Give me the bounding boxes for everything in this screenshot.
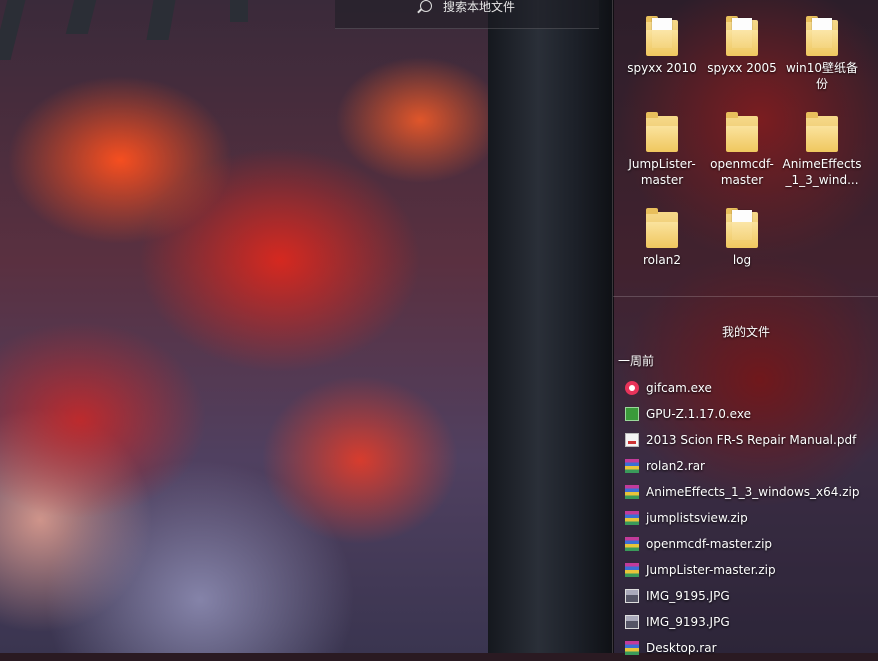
- folder-item[interactable]: AnimeEffects_1_3_wind...: [782, 112, 862, 188]
- file-name: IMG_9195.JPG: [646, 589, 730, 603]
- file-name: openmcdf-master.zip: [646, 537, 773, 551]
- file-item[interactable]: jumplistsview.zip: [625, 505, 878, 531]
- archive-icon: [625, 563, 639, 577]
- file-item[interactable]: Desktop.rar: [625, 635, 878, 661]
- roof-beam: [230, 0, 248, 22]
- folder-icon: [646, 16, 678, 56]
- folder-icon: [646, 208, 678, 248]
- folder-icon: [726, 16, 758, 56]
- gifcam-icon: [625, 381, 639, 395]
- folder-item[interactable]: JumpLister-master: [622, 112, 702, 188]
- folder-icon: [646, 112, 678, 152]
- folder-icon: [806, 112, 838, 152]
- archive-icon: [625, 485, 639, 499]
- file-item[interactable]: AnimeEffects_1_3_windows_x64.zip: [625, 479, 878, 505]
- folder-item[interactable]: win10壁纸备份: [782, 16, 862, 92]
- folder-label: win10壁纸备份: [785, 61, 859, 91]
- file-name: gifcam.exe: [646, 381, 712, 395]
- file-item[interactable]: gifcam.exe: [625, 375, 878, 401]
- folder-icon: [806, 16, 838, 56]
- file-item[interactable]: GPU-Z.1.17.0.exe: [625, 401, 878, 427]
- file-item[interactable]: rolan2.rar: [625, 453, 878, 479]
- gpuz-icon: [625, 407, 639, 421]
- roof-beam: [0, 0, 26, 60]
- folder-item[interactable]: rolan2: [622, 208, 702, 268]
- folder-label: openmcdf-master: [710, 157, 774, 187]
- folder-label: spyxx 2005: [707, 61, 777, 75]
- file-name: jumplistsview.zip: [646, 511, 748, 525]
- roof-beam: [65, 0, 97, 34]
- folder-item[interactable]: spyxx 2005: [702, 16, 782, 76]
- file-item[interactable]: JumpLister-master.zip: [625, 557, 878, 583]
- folder-item[interactable]: spyxx 2010: [622, 16, 702, 76]
- group-title: 一周前: [618, 354, 655, 368]
- tree-trunk: [488, 0, 614, 653]
- folder-icon: [726, 208, 758, 248]
- file-item[interactable]: openmcdf-master.zip: [625, 531, 878, 557]
- file-item[interactable]: IMG_9193.JPG: [625, 609, 878, 635]
- folder-icon: [726, 112, 758, 152]
- folder-label: AnimeEffects_1_3_wind...: [782, 157, 862, 187]
- file-name: JumpLister-master.zip: [646, 563, 776, 577]
- search-input[interactable]: 搜索本地文件: [443, 0, 515, 15]
- file-name: GPU-Z.1.17.0.exe: [646, 407, 751, 421]
- image-icon: [625, 589, 639, 603]
- roof-beam: [146, 0, 176, 40]
- file-item[interactable]: IMG_9195.JPG: [625, 583, 878, 609]
- folder-item[interactable]: log: [702, 208, 782, 268]
- pdf-icon: [625, 433, 639, 447]
- archive-icon: [625, 537, 639, 551]
- folder-label: rolan2: [643, 253, 681, 267]
- file-name: IMG_9193.JPG: [646, 615, 730, 629]
- image-icon: [625, 615, 639, 629]
- archive-icon: [625, 511, 639, 525]
- file-name: 2013 Scion FR-S Repair Manual.pdf: [646, 433, 857, 447]
- file-name: AnimeEffects_1_3_windows_x64.zip: [646, 485, 860, 499]
- folder-grid: spyxx 2010 spyxx 2005 win10壁纸备份 JumpList…: [613, 0, 878, 297]
- folder-label: log: [732, 253, 752, 267]
- folder-label: JumpLister-master: [628, 157, 696, 187]
- folder-label: spyxx 2010: [627, 61, 697, 75]
- file-item[interactable]: 2013 Scion FR-S Repair Manual.pdf: [625, 427, 878, 453]
- my-files-title: 我的文件: [721, 325, 770, 339]
- folder-item[interactable]: openmcdf-master: [702, 112, 782, 188]
- search-icon[interactable]: [420, 0, 432, 12]
- file-name: rolan2.rar: [646, 459, 705, 473]
- archive-icon: [625, 459, 639, 473]
- recent-file-list: gifcam.exe GPU-Z.1.17.0.exe 2013 Scion F…: [625, 375, 878, 661]
- launcher-panel: spyxx 2010 spyxx 2005 win10壁纸备份 JumpList…: [612, 0, 878, 655]
